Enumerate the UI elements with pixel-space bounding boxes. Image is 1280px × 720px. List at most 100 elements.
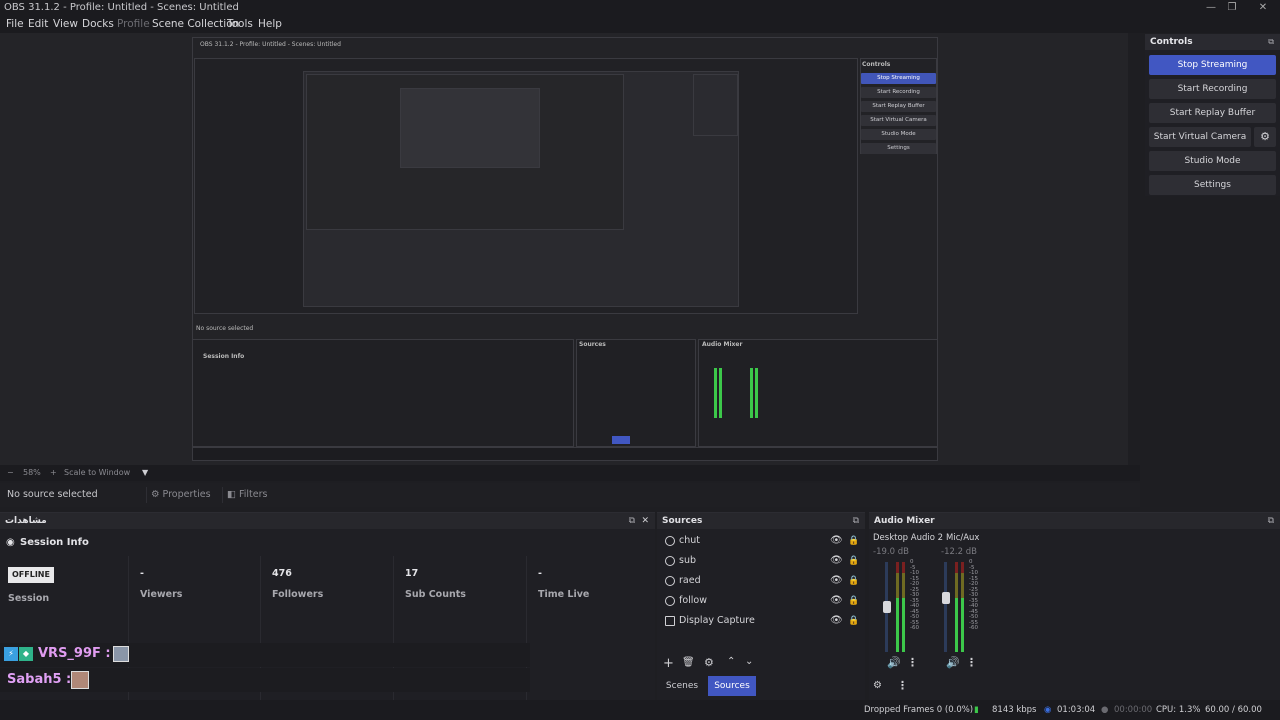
lock-icon[interactable]: 🔒 <box>848 611 859 631</box>
zoom-in-button[interactable]: + <box>50 465 57 481</box>
nested-meter-3 <box>750 368 753 418</box>
settings-button[interactable]: Settings <box>1149 175 1276 195</box>
visibility-eye-icon[interactable]: 👁 <box>830 571 843 591</box>
undock-icon[interactable]: ⧉ <box>853 513 859 529</box>
add-source-icon[interactable]: + <box>663 656 674 671</box>
source-item[interactable]: sub 👁 🔒 <box>660 551 860 571</box>
source-name: raed <box>679 575 701 586</box>
source-toolbar: No source selected ⚙ Properties ◧ Filter… <box>0 483 1140 507</box>
lock-icon[interactable]: 🔒 <box>848 571 859 591</box>
followers-label: Followers <box>272 589 324 600</box>
chevron-down-icon[interactable]: ▼ <box>142 465 148 481</box>
visibility-eye-icon[interactable]: 👁 <box>830 591 843 611</box>
emote-icon <box>71 671 89 689</box>
lock-icon[interactable]: 🔒 <box>848 591 859 611</box>
audio-mixer-title: Audio Mixer <box>874 516 935 526</box>
nested-sources <box>576 339 696 447</box>
fps: 60.00 / 60.00 FPS <box>1205 705 1262 715</box>
browser-source-icon <box>665 536 675 546</box>
gear-icon[interactable]: ⚙ <box>704 656 714 669</box>
preview-scrollbar[interactable] <box>1128 33 1140 465</box>
menu-profile[interactable]: Profile <box>117 16 150 33</box>
zoom-bar: − 58% + Scale to Window ▼ <box>0 465 1140 481</box>
properties-button[interactable]: ⚙ Properties <box>146 487 212 503</box>
timelive-label: Time Live <box>538 589 590 600</box>
undock-icon[interactable]: ⧉ <box>629 513 635 529</box>
zoom-level: 58% <box>23 468 41 477</box>
visibility-eye-icon[interactable]: 👁 <box>830 551 843 571</box>
nested-virtual-camera: Start Virtual Camera <box>861 115 936 126</box>
maximize-button[interactable]: ❐ <box>1215 0 1249 16</box>
virtual-camera-settings-icon[interactable]: ⚙ <box>1254 127 1276 147</box>
speaker-icon[interactable]: 🔊 <box>946 656 960 669</box>
filters-button[interactable]: ◧ Filters <box>222 487 270 503</box>
bitrate: 8143 kbps <box>992 705 1037 715</box>
menu-help[interactable]: Help <box>258 16 282 33</box>
menu-file[interactable]: File <box>6 16 24 33</box>
speaker-icon[interactable]: 🔊 <box>887 656 901 669</box>
lock-icon[interactable]: 🔒 <box>848 531 859 551</box>
session-info-title: Session Info <box>20 537 89 548</box>
nested-start-replay: Start Replay Buffer <box>861 101 936 112</box>
zoom-out-button[interactable]: − <box>7 465 14 481</box>
volume-slider-handle[interactable] <box>942 592 950 604</box>
browser-source-icon <box>665 556 675 566</box>
source-item[interactable]: Display Capture 👁 🔒 <box>660 611 860 631</box>
visibility-eye-icon[interactable]: 👁 <box>830 531 843 551</box>
mixer-settings-icon[interactable]: ⚙ <box>873 680 882 691</box>
channel-db: -12.2 dB <box>941 547 977 557</box>
studio-mode-button[interactable]: Studio Mode <box>1149 151 1276 171</box>
channel-db: -19.0 dB <box>873 547 909 557</box>
undock-icon[interactable]: ⧉ <box>1268 34 1274 50</box>
start-replay-buffer-button[interactable]: Start Replay Buffer <box>1149 103 1276 123</box>
menu-tools[interactable]: Tools <box>227 16 253 33</box>
menu-edit[interactable]: Edit <box>28 16 48 33</box>
tab-scenes[interactable]: Scenes <box>660 676 704 696</box>
trash-icon[interactable]: 🗑 <box>682 657 695 668</box>
menu-docks[interactable]: Docks <box>82 16 114 33</box>
stop-streaming-button[interactable]: Stop Streaming <box>1149 55 1276 75</box>
signal-icon: ▮ <box>974 705 979 715</box>
no-source-label: No source selected <box>7 489 98 500</box>
source-item[interactable]: follow 👁 🔒 <box>660 591 860 611</box>
subcounts-label: Sub Counts <box>405 589 466 600</box>
twitch-badge-icon: ⚡ <box>4 647 18 661</box>
more-options-icon[interactable]: ⋮ <box>966 656 977 669</box>
browser-dock-header: مشاهدات ⧉ ✕ <box>0 513 655 529</box>
lock-icon[interactable]: 🔒 <box>848 551 859 571</box>
tab-sources[interactable]: Sources <box>708 676 756 696</box>
nested-title: OBS 31.1.2 - Profile: Untitled - Scenes:… <box>200 41 341 48</box>
close-icon[interactable]: ✕ <box>641 513 649 529</box>
nested-stop-streaming: Stop Streaming <box>861 73 936 84</box>
audio-meter <box>961 562 964 652</box>
subcounts-value: 17 <box>405 568 419 579</box>
undock-icon[interactable]: ⧉ <box>1268 513 1274 529</box>
nested-deep-controls <box>693 74 738 136</box>
start-virtual-camera-button[interactable]: Start Virtual Camera <box>1149 127 1251 147</box>
audio-meter <box>902 562 905 652</box>
volume-slider-track[interactable] <box>944 562 947 652</box>
source-item[interactable]: chut 👁 🔒 <box>660 531 860 551</box>
scale-mode[interactable]: Scale to Window <box>64 465 130 481</box>
move-up-icon[interactable]: ⌃ <box>727 656 735 667</box>
start-recording-button[interactable]: Start Recording <box>1149 79 1276 99</box>
channel-name: Mic/Aux <box>946 533 980 543</box>
more-options-icon[interactable]: ⋮ <box>907 656 918 669</box>
close-button[interactable]: ✕ <box>1246 0 1280 16</box>
visibility-eye-icon[interactable]: 👁 <box>830 611 843 631</box>
mixer-menu-icon[interactable]: ⋮ <box>897 679 908 692</box>
controls-dock: Controls ⧉ Stop Streaming Start Recordin… <box>1145 34 1280 196</box>
audio-mixer-header: Audio Mixer ⧉ <box>869 513 1280 529</box>
session-label: Session <box>8 593 50 604</box>
browser-dock-title: مشاهدات <box>5 516 47 526</box>
viewers-label: Viewers <box>140 589 183 600</box>
move-down-icon[interactable]: ⌄ <box>745 656 753 667</box>
filter-icon: ◧ <box>227 489 239 500</box>
volume-slider-handle[interactable] <box>883 601 891 613</box>
filters-label: Filters <box>239 489 268 500</box>
nested-session-info: Session Info <box>203 353 245 360</box>
menu-view[interactable]: View <box>53 16 78 33</box>
title-bar: OBS 31.1.2 - Profile: Untitled - Scenes:… <box>0 0 1280 16</box>
source-item[interactable]: raed 👁 🔒 <box>660 571 860 591</box>
source-name: Display Capture <box>679 615 755 626</box>
